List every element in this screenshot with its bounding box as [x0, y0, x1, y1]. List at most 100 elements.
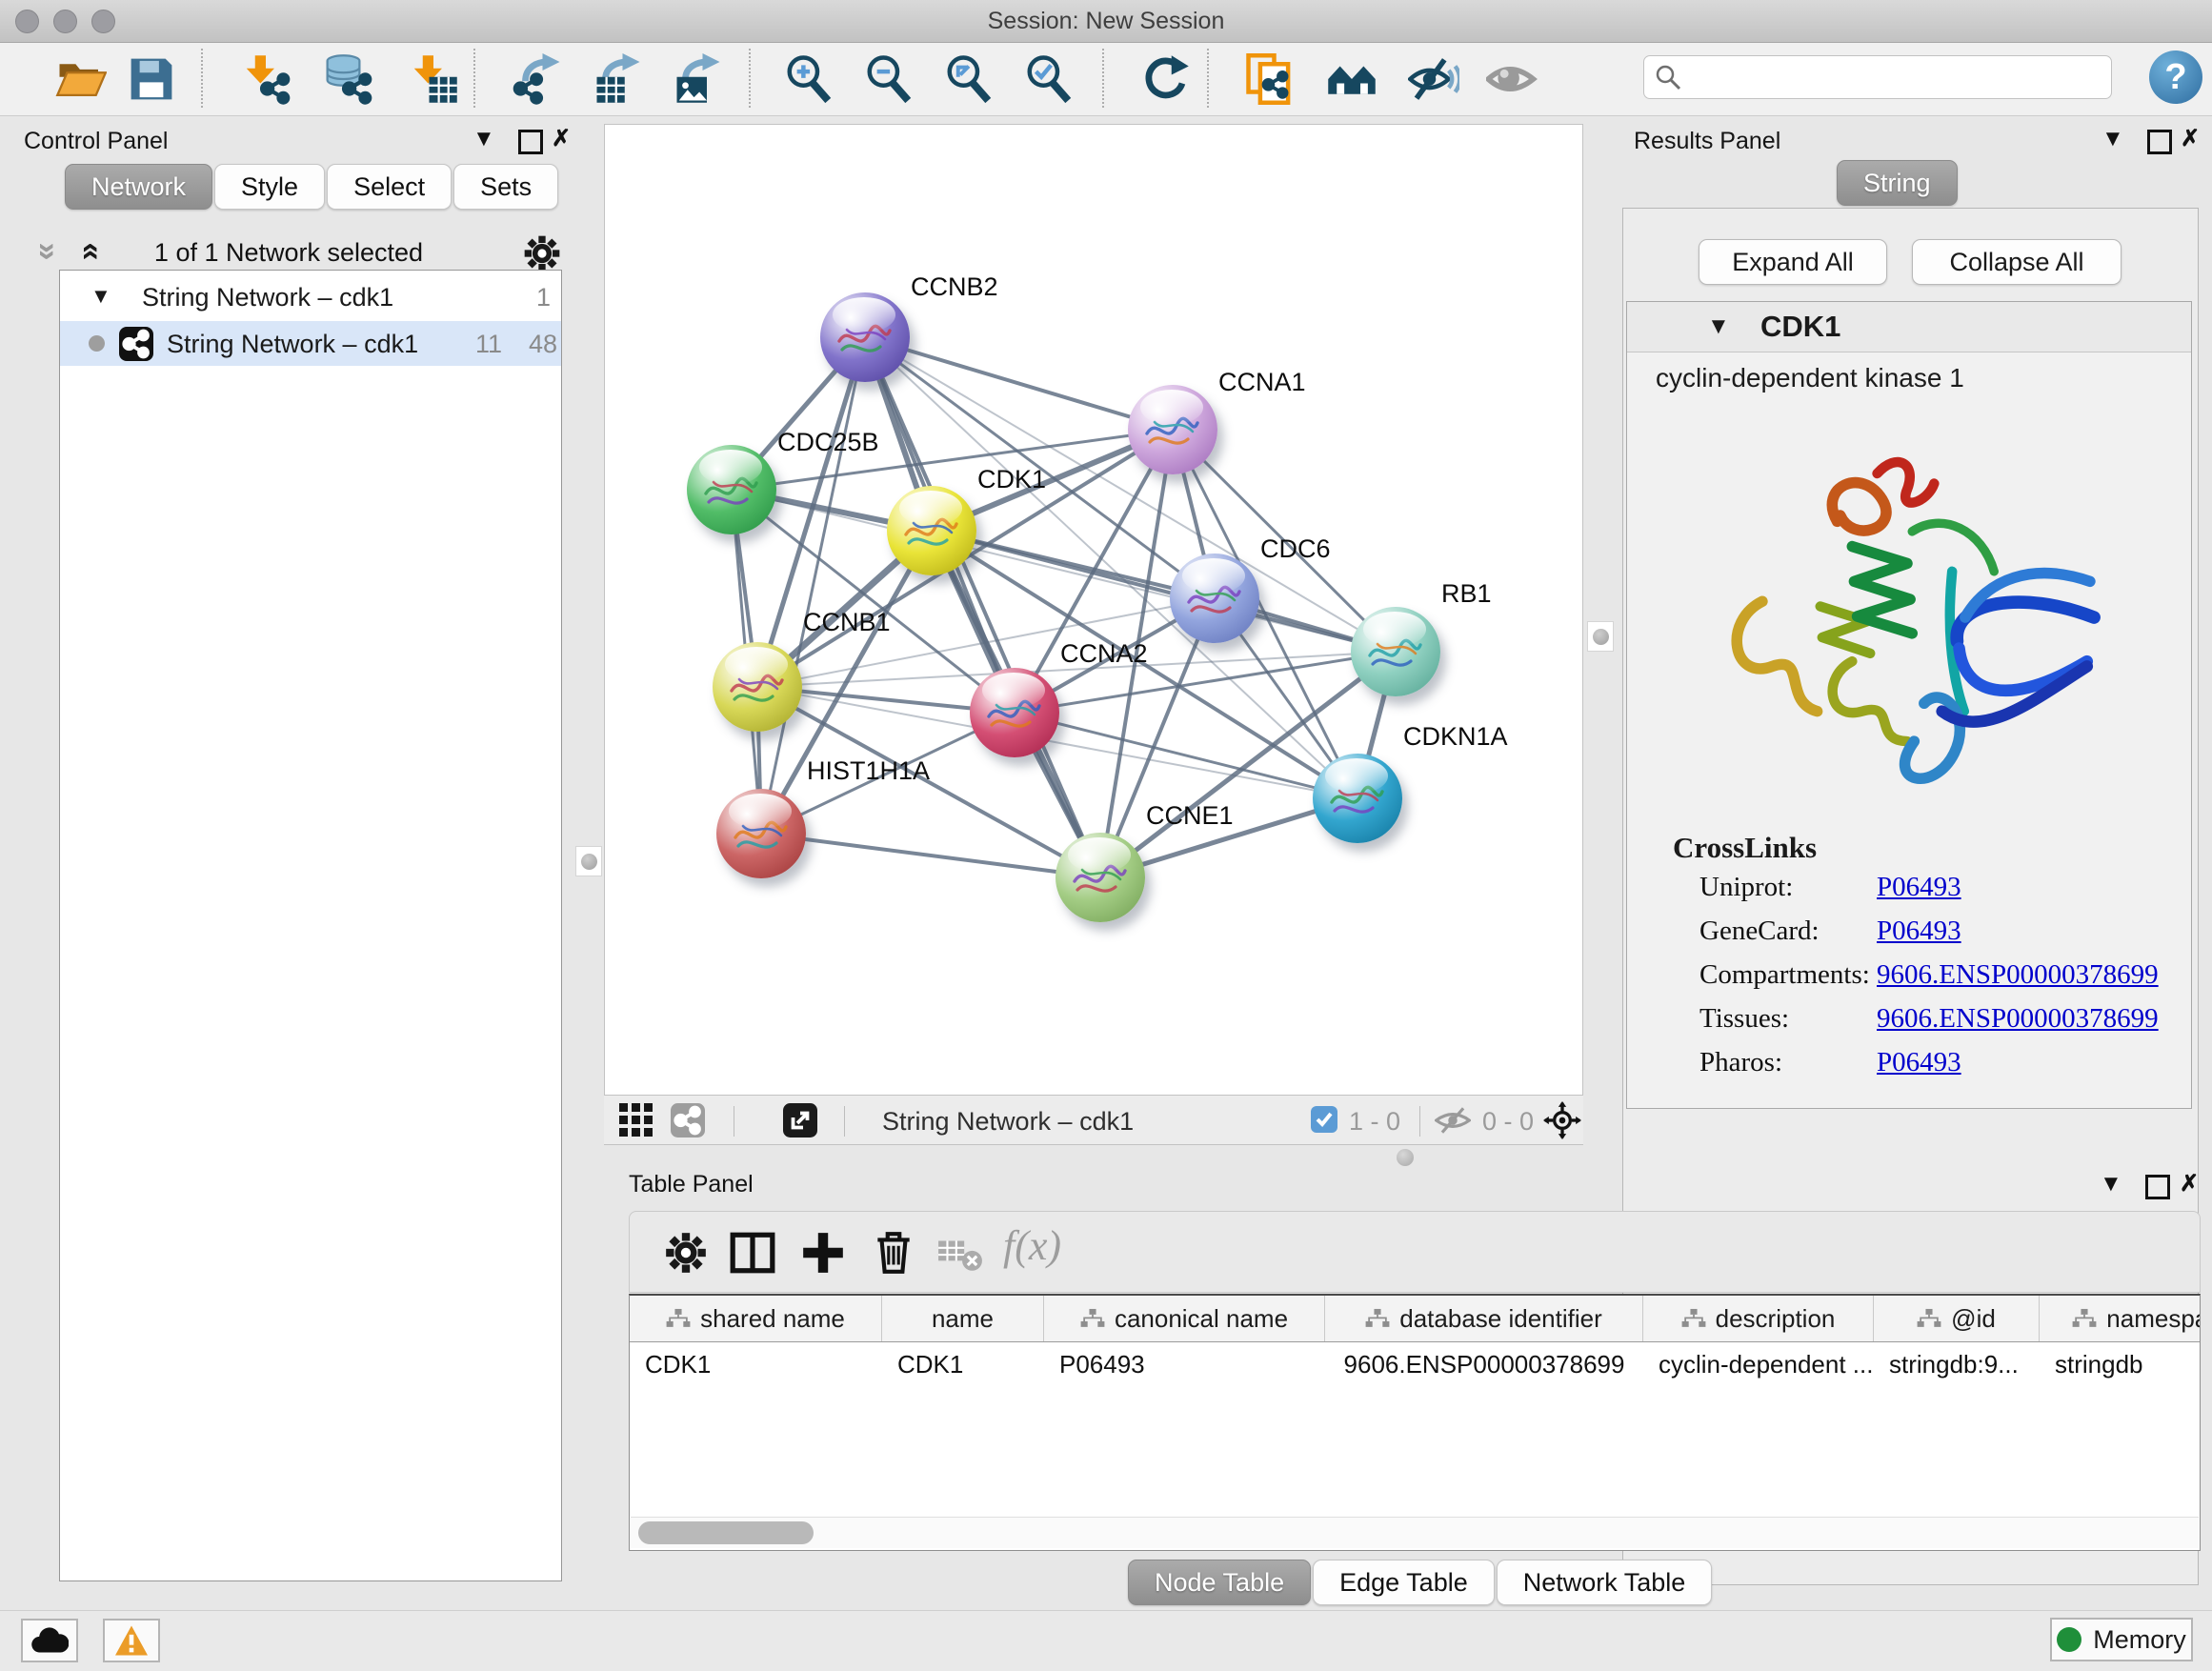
network-node-hist1h1a[interactable]	[716, 789, 806, 878]
export-network-icon[interactable]	[513, 53, 564, 105]
show-columns-icon[interactable]	[729, 1229, 776, 1277]
zoom-selected-icon[interactable]	[1023, 53, 1075, 105]
maximize-panel-icon[interactable]	[2145, 1175, 2170, 1199]
table-cell[interactable]: stringdb:9...	[1874, 1342, 2040, 1386]
scrollbar-thumb[interactable]	[638, 1521, 814, 1544]
column-header-name[interactable]: name	[882, 1296, 1044, 1341]
zoom-in-icon[interactable]	[783, 53, 835, 105]
import-table-icon[interactable]	[408, 53, 459, 105]
network-edge[interactable]	[865, 337, 1100, 877]
help-icon[interactable]: ?	[2149, 50, 2202, 104]
tab-select[interactable]: Select	[327, 164, 452, 210]
column-header-database-identifier[interactable]: database identifier	[1325, 1296, 1643, 1341]
collapse-triangle-icon[interactable]: ▼	[90, 284, 111, 309]
crosslink-link[interactable]: 9606.ENSP00000378699	[1877, 1003, 2159, 1035]
table-options-gear-icon[interactable]	[662, 1229, 710, 1277]
tab-sets[interactable]: Sets	[453, 164, 558, 210]
export-image-icon[interactable]	[673, 53, 724, 105]
close-panel-icon[interactable]: ✗	[552, 126, 571, 152]
tab-style[interactable]: Style	[214, 164, 325, 210]
tab-network[interactable]: Network	[65, 164, 212, 210]
detach-view-icon[interactable]	[783, 1103, 817, 1142]
table-cell[interactable]: stringdb	[2040, 1342, 2201, 1386]
horizontal-scrollbar[interactable]	[631, 1517, 2199, 1548]
protein-section-header[interactable]: ▼ CDK1	[1627, 302, 2191, 352]
collapse-all-button[interactable]: Collapse All	[1912, 239, 2122, 285]
import-network-icon[interactable]	[240, 53, 292, 105]
toolbar-separator	[749, 49, 751, 108]
network-node-cdc25b[interactable]	[687, 445, 776, 534]
warnings-button[interactable]	[103, 1619, 160, 1662]
memory-button[interactable]: Memory	[2050, 1618, 2193, 1661]
float-panel-icon[interactable]: ▼	[2101, 126, 2124, 152]
create-column-icon[interactable]	[799, 1229, 847, 1277]
network-view-icon[interactable]	[671, 1103, 705, 1142]
import-database-icon[interactable]	[322, 53, 373, 105]
network-node-cdc6[interactable]	[1170, 554, 1259, 643]
network-node-rb1[interactable]	[1351, 607, 1440, 696]
export-table-icon[interactable]	[593, 53, 644, 105]
crosslink-link[interactable]: 9606.ENSP00000378699	[1877, 959, 2159, 991]
show-all-eye-icon[interactable]	[1486, 53, 1538, 105]
network-node-ccna1[interactable]	[1128, 385, 1217, 474]
float-panel-icon[interactable]: ▼	[2100, 1171, 2122, 1198]
table-cell[interactable]: P06493	[1044, 1342, 1325, 1386]
horizontal-splitter-handle[interactable]	[1397, 1149, 1414, 1166]
grid-view-icon[interactable]	[619, 1103, 654, 1142]
left-splitter-handle[interactable]	[575, 846, 602, 876]
refresh-icon[interactable]	[1139, 53, 1191, 105]
column-header--id[interactable]: @id	[1874, 1296, 2040, 1341]
float-panel-icon[interactable]: ▼	[473, 126, 495, 152]
network-collection-row[interactable]: ▼ String Network – cdk1 1	[60, 276, 561, 321]
zoom-fit-icon[interactable]	[943, 53, 995, 105]
maximize-panel-icon[interactable]	[2147, 130, 2172, 154]
save-session-icon[interactable]	[126, 53, 177, 105]
table-cell[interactable]: CDK1	[882, 1342, 1044, 1386]
delete-column-icon[interactable]	[870, 1229, 917, 1277]
birdseye-navigator-icon[interactable]	[1543, 1101, 1581, 1144]
cloud-status-button[interactable]	[21, 1619, 78, 1662]
zoom-out-icon[interactable]	[863, 53, 915, 105]
table-row[interactable]: CDK1CDK1P064939606.ENSP00000378699cyclin…	[630, 1342, 2200, 1386]
crosslink-link[interactable]: P06493	[1877, 916, 1961, 947]
column-header-namespace[interactable]: namespace	[2040, 1296, 2201, 1341]
table-cell[interactable]: CDK1	[630, 1342, 882, 1386]
column-header-shared-name[interactable]: shared name	[630, 1296, 882, 1341]
maximize-panel-icon[interactable]	[518, 130, 543, 154]
function-builder-icon[interactable]: f(x)	[1003, 1221, 1061, 1270]
table-cell[interactable]: 9606.ENSP00000378699	[1325, 1342, 1643, 1386]
right-splitter-handle[interactable]	[1587, 621, 1614, 652]
network-node-cdk1[interactable]	[887, 486, 976, 575]
delete-table-icon[interactable]	[936, 1229, 984, 1277]
expand-all-button[interactable]: Expand All	[1699, 239, 1887, 285]
close-panel-icon[interactable]: ✗	[2180, 1171, 2199, 1198]
tab-edge-table[interactable]: Edge Table	[1313, 1560, 1495, 1605]
network-node-ccne1[interactable]	[1056, 833, 1145, 922]
tab-string[interactable]: String	[1837, 160, 1958, 206]
network-edge[interactable]	[865, 337, 1173, 430]
network-canvas[interactable]: CCNB2CCNA1CDC25BCDK1CDC6RB1CCNB1CCNA2CDK…	[604, 124, 1583, 1096]
duplicate-network-icon[interactable]	[1244, 53, 1296, 105]
network-row[interactable]: String Network – cdk1 11 48	[60, 321, 561, 366]
crosslink-link[interactable]: P06493	[1877, 872, 1961, 903]
hidden-eye-icon[interactable]	[1435, 1105, 1471, 1140]
open-session-icon[interactable]	[55, 53, 107, 105]
tab-network-table[interactable]: Network Table	[1497, 1560, 1713, 1605]
table-cell[interactable]: cyclin-dependent ...	[1643, 1342, 1874, 1386]
close-panel-icon[interactable]: ✗	[2181, 126, 2200, 152]
crosslink-link[interactable]: P06493	[1877, 1047, 1961, 1078]
column-header-canonical-name[interactable]: canonical name	[1044, 1296, 1325, 1341]
network-node-ccnb1[interactable]	[713, 642, 802, 732]
network-node-ccnb2[interactable]	[820, 292, 910, 382]
collapse-triangle-icon[interactable]: ▼	[1707, 313, 1730, 340]
search-input[interactable]	[1690, 62, 2111, 93]
tab-node-table[interactable]: Node Table	[1128, 1560, 1311, 1605]
control-panel: Control Panel ▼ ✗ NetworkStyleSelectSets…	[12, 122, 565, 1587]
hide-selected-eye-icon[interactable]	[1408, 53, 1459, 105]
network-node-cdkn1a[interactable]	[1313, 754, 1402, 843]
network-node-ccna2[interactable]	[970, 668, 1059, 757]
column-header-description[interactable]: description	[1643, 1296, 1874, 1341]
network-edge[interactable]	[761, 834, 1100, 877]
home-icon[interactable]	[1326, 53, 1377, 105]
selected-checkbox-icon[interactable]	[1311, 1106, 1337, 1137]
